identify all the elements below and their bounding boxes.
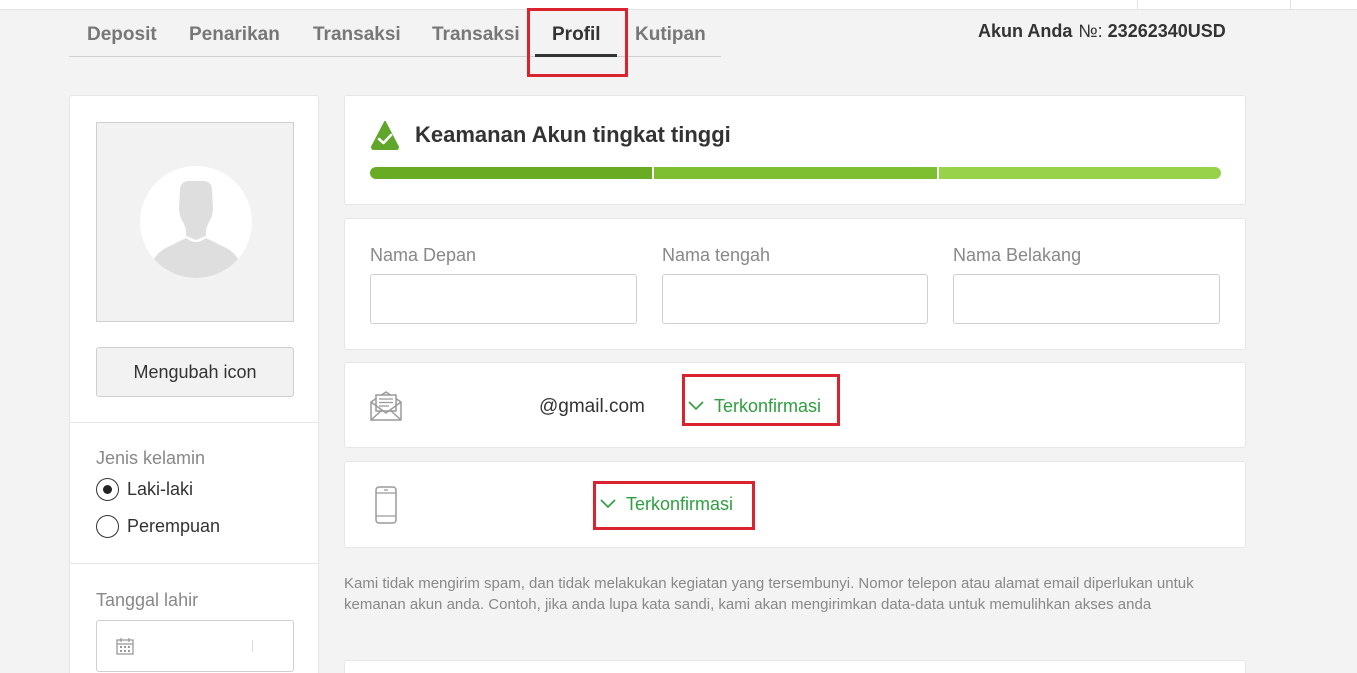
progress-segment xyxy=(938,167,1221,179)
tab-transaksi-2[interactable]: Transaksi xyxy=(432,24,520,46)
date-field-divider xyxy=(252,640,253,652)
first-name-label: Nama Depan xyxy=(370,245,477,265)
tab-transaksi[interactable]: Transaksi xyxy=(313,24,401,46)
gender-option-female[interactable]: Perempuan xyxy=(96,515,220,538)
first-name-input[interactable] xyxy=(370,274,637,324)
radio-male[interactable] xyxy=(96,478,119,501)
gender-option-label: Perempuan xyxy=(127,516,221,536)
highlight-box-email-status xyxy=(682,374,840,426)
last-name-label: Nama Belakang xyxy=(953,245,1082,265)
middle-name-label: Nama tengah xyxy=(662,245,771,265)
middle-name-input[interactable] xyxy=(662,274,928,324)
account-label: Akun Anda xyxy=(978,21,1073,41)
progress-segment xyxy=(370,167,653,179)
radio-female[interactable] xyxy=(96,515,119,538)
smartphone-icon xyxy=(374,486,398,529)
next-section-card xyxy=(344,660,1246,673)
birthdate-input[interactable] xyxy=(96,620,294,672)
top-bar xyxy=(0,0,1357,10)
tab-deposit[interactable]: Deposit xyxy=(87,24,157,46)
sidebar-divider xyxy=(70,422,318,423)
account-number-value: 23262340USD xyxy=(1107,21,1226,41)
shield-check-icon xyxy=(370,121,400,156)
envelope-icon xyxy=(369,388,403,427)
radio-selected-dot xyxy=(103,485,112,494)
sidebar-divider xyxy=(70,563,318,564)
calendar-icon xyxy=(115,636,135,661)
tab-penarikan[interactable]: Penarikan xyxy=(189,24,280,46)
tab-kutipan[interactable]: Kutipan xyxy=(635,24,706,46)
top-bar-divider xyxy=(1137,0,1138,10)
email-address: @gmail.com xyxy=(539,396,645,417)
gender-option-male[interactable]: Laki-laki xyxy=(96,478,193,501)
avatar xyxy=(96,122,294,322)
security-card: Keamanan Akun tingkat tinggi xyxy=(344,95,1246,205)
progress-segment xyxy=(654,167,937,179)
last-name-input[interactable] xyxy=(953,274,1220,324)
phone-card: Terkonfirmasi xyxy=(344,461,1246,548)
account-number-sign: №: xyxy=(1078,21,1103,41)
birthdate-label: Tanggal lahir xyxy=(96,590,199,610)
security-level-bar xyxy=(370,167,1221,179)
highlight-box-phone-status xyxy=(593,481,755,530)
change-icon-button[interactable]: Mengubah icon xyxy=(96,347,294,397)
name-card: Nama Depan Nama tengah Nama Belakang xyxy=(344,218,1246,350)
account-number: Akun Anda №: 23262340USD xyxy=(978,21,1226,42)
security-title: Keamanan Akun tingkat tinggi xyxy=(415,122,731,147)
privacy-note: Kami tidak mengirim spam, dan tidak mela… xyxy=(344,575,1194,613)
gender-label: Jenis kelamin xyxy=(96,448,206,468)
top-bar-divider xyxy=(1290,0,1291,10)
highlight-box-profil-tab xyxy=(527,8,628,77)
profile-sidebar: Mengubah icon Jenis kelamin Laki-laki Pe… xyxy=(69,95,319,673)
user-silhouette-icon xyxy=(140,166,252,278)
gender-option-label: Laki-laki xyxy=(127,479,194,499)
